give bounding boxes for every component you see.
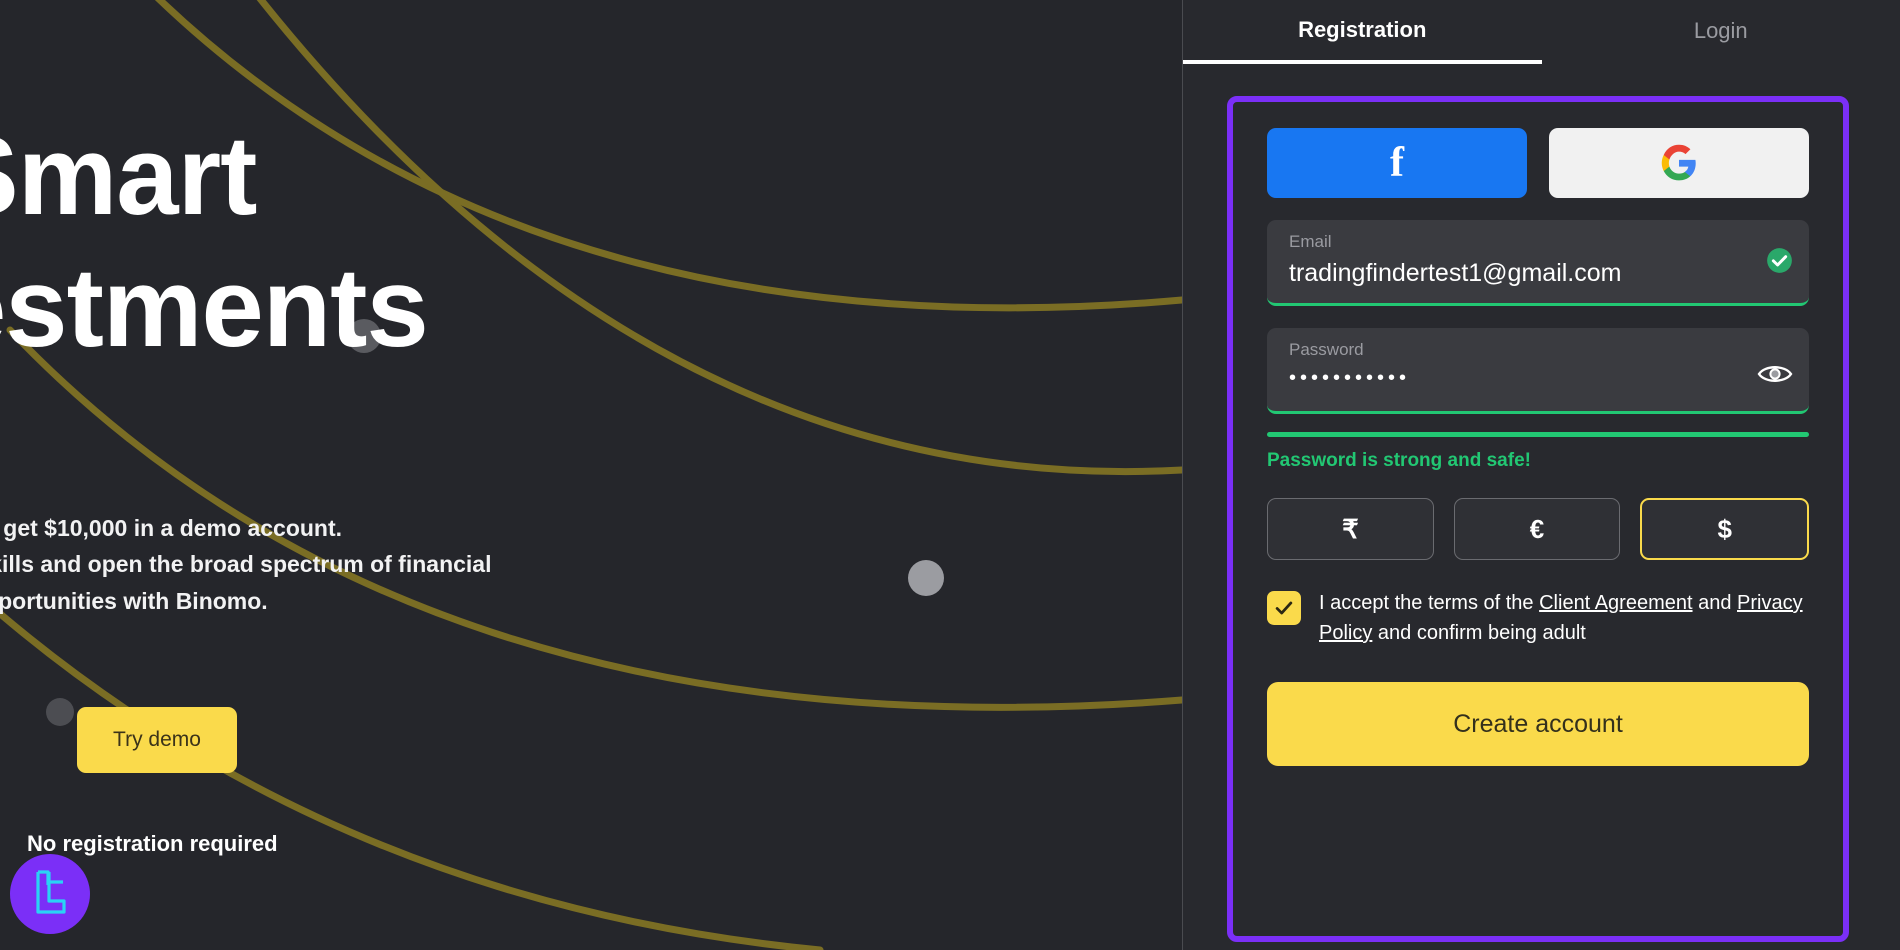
password-field-label: Password: [1289, 340, 1364, 359]
auth-tabs: Registration Login: [1183, 0, 1900, 64]
eye-icon[interactable]: [1757, 362, 1793, 386]
create-account-button[interactable]: Create account: [1267, 682, 1809, 766]
terms-prefix: I accept the terms of the: [1319, 592, 1540, 614]
facebook-icon: f: [1390, 140, 1404, 186]
google-icon: [1661, 144, 1696, 181]
terms-checkbox[interactable]: [1267, 591, 1301, 625]
currency-option-dollar[interactable]: $: [1640, 498, 1810, 560]
hero-description-line-1: and get $10,000 in a demo account.: [0, 515, 343, 541]
terms-row: I accept the terms of the Client Agreeme…: [1267, 588, 1809, 648]
google-login-button[interactable]: [1549, 128, 1809, 198]
tab-login[interactable]: Login: [1542, 0, 1900, 64]
checkmark-icon: [1275, 601, 1293, 615]
hero-description: and get $10,000 in a demo account. g ski…: [0, 510, 676, 619]
hero-title-line-2: estments: [0, 245, 429, 371]
password-strength-message: Password is strong and safe!: [1267, 450, 1531, 471]
hero-content: Smart estments and get $10,000 in a demo…: [0, 0, 1182, 950]
hero-title-line-1: Smart: [0, 113, 257, 238]
terms-text: I accept the terms of the Client Agreeme…: [1319, 588, 1809, 648]
currency-selector: ₹ € $: [1267, 498, 1810, 560]
tab-registration[interactable]: Registration: [1183, 0, 1542, 64]
check-circle-icon: [1767, 248, 1792, 273]
email-field-label: Email: [1289, 232, 1332, 251]
social-login-row: f: [1267, 128, 1809, 198]
terms-middle: and: [1692, 592, 1738, 614]
logo-monogram-icon: [36, 870, 66, 914]
page-title: Smart estments: [0, 110, 1144, 374]
hero-section: Smart estments and get $10,000 in a demo…: [0, 0, 1182, 950]
currency-option-rupee[interactable]: ₹: [1267, 498, 1434, 560]
hero-description-line-3: opportunities with Binomo.: [0, 587, 268, 614]
email-field[interactable]: Email tradingfindertest1@gmail.com: [1267, 220, 1809, 306]
password-strength-bar: [1267, 432, 1809, 437]
registration-screen: Smart estments and get $10,000 in a demo…: [0, 0, 1900, 950]
password-field-value[interactable]: •••••••••••: [1289, 367, 1749, 390]
client-agreement-link[interactable]: Client Agreement: [1539, 592, 1692, 614]
email-field-value[interactable]: tradingfindertest1@gmail.com: [1289, 259, 1749, 288]
terms-suffix: and confirm being adult: [1372, 622, 1586, 644]
currency-option-euro[interactable]: €: [1453, 498, 1621, 560]
password-field[interactable]: Password •••••••••••: [1267, 328, 1809, 414]
tradingfinder-logo: [10, 854, 90, 934]
facebook-login-button[interactable]: f: [1267, 128, 1527, 198]
try-demo-button[interactable]: Try demo: [77, 707, 237, 773]
hero-description-line-2: g skills and open the broad spectrum of …: [0, 551, 492, 578]
auth-panel: Registration Login f Email tradingfinder…: [1182, 0, 1900, 950]
no-registration-required-text: No registration required: [27, 831, 278, 856]
registration-form: f Email tradingfindertest1@gmail.com Pas…: [1227, 96, 1849, 942]
